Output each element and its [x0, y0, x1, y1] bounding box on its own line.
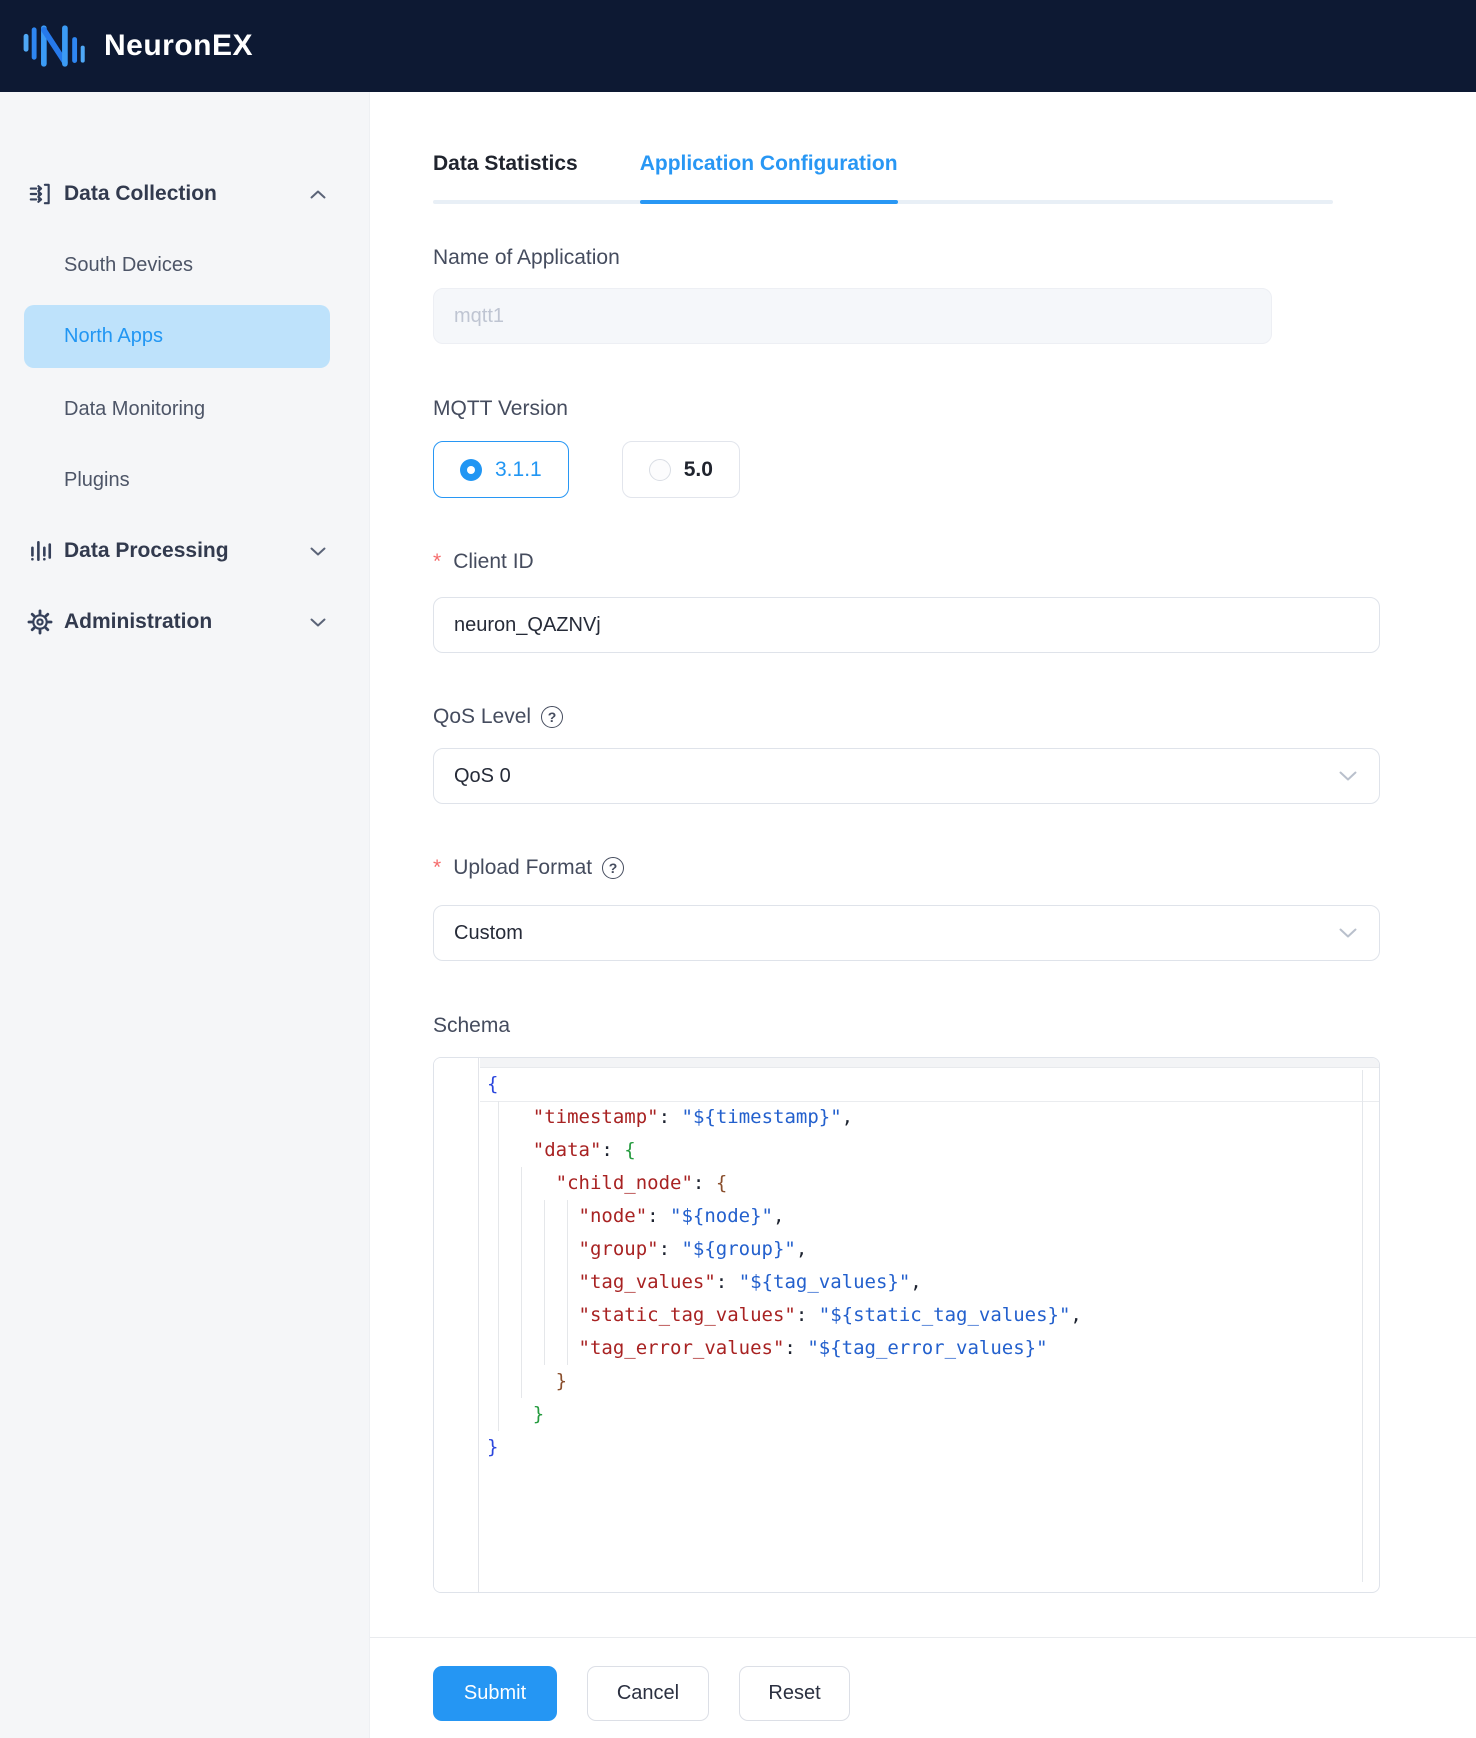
chevron-down-icon [1339, 771, 1357, 781]
code-line: "data": { [487, 1134, 1359, 1167]
code-line: "child_node": { [487, 1167, 1359, 1200]
sidebar-item-data-monitoring[interactable]: Data Monitoring [0, 384, 370, 434]
sidebar: Data Collection South Devices North Apps… [0, 92, 370, 1738]
sidebar-item-south-devices[interactable]: South Devices [0, 240, 370, 290]
required-asterisk: * [433, 854, 441, 882]
code-line: "timestamp": "${timestamp}", [487, 1101, 1359, 1134]
code-line: } [487, 1431, 1359, 1464]
required-asterisk: * [433, 548, 441, 576]
tab-data-statistics[interactable]: Data Statistics [433, 152, 578, 204]
sidebar-item-administration[interactable]: Administration [0, 597, 370, 647]
tab-application-configuration[interactable]: Application Configuration [640, 152, 898, 204]
app-header: NeuronEX [0, 0, 1476, 92]
data-processing-icon [27, 538, 53, 564]
code-line: } [487, 1398, 1359, 1431]
code-line: { [487, 1068, 1359, 1101]
neuronex-logo-icon [20, 16, 92, 76]
qos-level-label: QoS Level ? [433, 703, 563, 731]
footer-divider [370, 1637, 1476, 1638]
tab-bar: Data Statistics Application Configuratio… [433, 152, 1333, 204]
sidebar-item-label: South Devices [64, 254, 193, 277]
sidebar-item-plugins[interactable]: Plugins [0, 455, 370, 505]
qos-level-select[interactable]: QoS 0 [433, 748, 1380, 804]
upload-format-select[interactable]: Custom [433, 905, 1380, 961]
submit-button[interactable]: Submit [433, 1666, 557, 1721]
sidebar-item-data-collection[interactable]: Data Collection [0, 169, 370, 219]
app-title: NeuronEX [104, 29, 253, 63]
footer-actions: Submit Cancel Reset [433, 1666, 850, 1721]
client-id-input[interactable] [433, 597, 1380, 653]
help-icon[interactable]: ? [602, 857, 624, 879]
schema-code-editor[interactable]: { "timestamp": "${timestamp}", "data": {… [433, 1057, 1380, 1593]
editor-gutter [434, 1058, 479, 1592]
chevron-up-icon [310, 190, 326, 199]
sidebar-item-label: Data Collection [64, 182, 217, 206]
schema-code[interactable]: { "timestamp": "${timestamp}", "data": {… [487, 1068, 1359, 1464]
chevron-down-icon [310, 547, 326, 556]
mqtt-version-option-311[interactable]: 3.1.1 [433, 441, 569, 498]
chevron-down-icon [1339, 928, 1357, 938]
name-of-application-input[interactable] [433, 288, 1272, 344]
data-collection-icon [27, 181, 53, 207]
name-of-application-label: Name of Application [433, 244, 620, 272]
mqtt-version-radio-group: 3.1.1 5.0 [433, 441, 740, 498]
code-line: } [487, 1365, 1359, 1398]
schema-label: Schema [433, 1012, 510, 1040]
sidebar-item-north-apps[interactable]: North Apps [24, 305, 330, 368]
sidebar-item-label: Data Monitoring [64, 398, 205, 421]
editor-scrollbar-vertical[interactable] [1362, 1070, 1363, 1582]
help-icon[interactable]: ? [541, 706, 563, 728]
editor-scrollbar-horizontal[interactable] [480, 1058, 1379, 1068]
sidebar-item-data-processing[interactable]: Data Processing [0, 526, 370, 576]
mqtt-version-option-50[interactable]: 5.0 [622, 441, 740, 498]
neuronex-app: NeuronEX Data Collection Sout [0, 0, 1476, 1738]
code-line: "tag_values": "${tag_values}", [487, 1266, 1359, 1299]
client-id-label: * Client ID [433, 548, 534, 576]
chevron-down-icon [310, 618, 326, 627]
mqtt-version-label: MQTT Version [433, 395, 568, 423]
sidebar-item-label: North Apps [64, 325, 163, 348]
code-line: "node": "${node}", [487, 1200, 1359, 1233]
main-content: Data Statistics Application Configuratio… [370, 92, 1476, 1738]
radio-selected-icon [460, 459, 482, 481]
code-line: "tag_error_values": "${tag_error_values}… [487, 1332, 1359, 1365]
upload-format-label: * Upload Format ? [433, 854, 624, 882]
code-line: "group": "${group}", [487, 1233, 1359, 1266]
cancel-button[interactable]: Cancel [587, 1666, 709, 1721]
sidebar-item-label: Data Processing [64, 539, 229, 563]
sidebar-item-label: Plugins [64, 469, 130, 492]
administration-gear-icon [27, 609, 53, 635]
sidebar-item-label: Administration [64, 610, 212, 634]
radio-unselected-icon [649, 459, 671, 481]
code-line: "static_tag_values": "${static_tag_value… [487, 1299, 1359, 1332]
reset-button[interactable]: Reset [739, 1666, 850, 1721]
